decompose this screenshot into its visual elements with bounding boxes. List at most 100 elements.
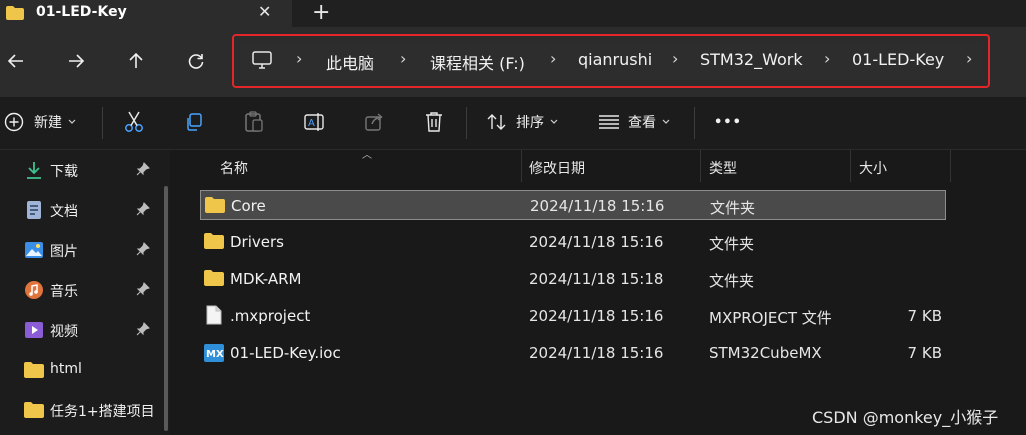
forward-button[interactable] bbox=[64, 49, 88, 73]
file-type: STM32CubeMX bbox=[709, 344, 822, 362]
breadcrumb-separator[interactable]: › bbox=[966, 49, 972, 68]
tab-bar: 01-LED-Key ✕ + bbox=[0, 0, 1026, 27]
file-type: 文件夹 bbox=[710, 199, 756, 217]
breadcrumb-separator[interactable]: › bbox=[824, 49, 830, 68]
sidebar-item-documents[interactable]: 文档 bbox=[24, 196, 164, 224]
sidebar-item-music[interactable]: 音乐 bbox=[24, 276, 164, 304]
breadcrumb-separator[interactable]: › bbox=[672, 49, 678, 68]
pin-icon bbox=[136, 282, 150, 300]
sort-icon bbox=[487, 114, 506, 130]
column-header-type[interactable]: 类型 bbox=[709, 158, 737, 178]
arrow-up-icon bbox=[129, 52, 143, 68]
column-divider[interactable] bbox=[850, 150, 851, 182]
watermark: CSDN @monkey_小猴子 bbox=[812, 408, 999, 427]
file-icon bbox=[206, 305, 222, 329]
file-type: 文件夹 bbox=[709, 235, 755, 253]
breadcrumb-item-01-led-key[interactable]: 01-LED-Key bbox=[852, 50, 944, 69]
paste-button[interactable] bbox=[244, 109, 264, 135]
file-size: 7 KB bbox=[907, 307, 942, 325]
breadcrumb-item-drive[interactable]: 课程相关 (F:) bbox=[430, 50, 525, 74]
file-size: 7 KB bbox=[907, 344, 942, 362]
picture-icon bbox=[24, 240, 44, 260]
pin-icon bbox=[136, 202, 150, 220]
breadcrumb-separator[interactable]: › bbox=[296, 49, 302, 68]
pin-icon bbox=[136, 242, 150, 260]
sidebar-scrollbar[interactable] bbox=[164, 186, 168, 431]
view-list-icon bbox=[599, 115, 619, 129]
share-icon bbox=[365, 113, 383, 131]
arrow-right-icon bbox=[69, 54, 85, 68]
folder-icon bbox=[205, 197, 225, 217]
list-item-core[interactable]: Core 2024/11/18 15:16 文件夹 bbox=[200, 190, 946, 220]
view-button[interactable]: 查看 bbox=[598, 109, 670, 135]
file-list: ︿ 名称 修改日期 类型 大小 Core 2024/11/18 15:16 文件… bbox=[178, 150, 1026, 435]
scissors-icon bbox=[125, 111, 143, 132]
list-item-mdk-arm[interactable]: MDK-ARM 2024/11/18 15:18 文件夹 bbox=[200, 264, 946, 294]
column-header-size[interactable]: 大小 bbox=[859, 158, 887, 178]
folder-icon bbox=[204, 270, 224, 290]
file-type: MXPROJECT 文件 bbox=[709, 309, 832, 327]
folder-icon bbox=[204, 233, 224, 253]
new-button[interactable]: 新建 bbox=[4, 109, 76, 135]
list-item-mxproject[interactable]: .mxproject 2024/11/18 15:16 MXPROJECT 文件… bbox=[200, 301, 946, 331]
up-button[interactable] bbox=[124, 49, 148, 73]
mx-file-icon: MX bbox=[204, 344, 224, 366]
chevron-down-icon bbox=[550, 119, 558, 124]
column-header-date[interactable]: 修改日期 bbox=[529, 158, 585, 178]
back-button[interactable] bbox=[4, 49, 28, 73]
download-icon bbox=[24, 160, 44, 180]
delete-button[interactable] bbox=[424, 109, 444, 135]
video-icon bbox=[24, 320, 44, 340]
chevron-down-icon bbox=[68, 119, 76, 124]
list-item-drivers[interactable]: Drivers 2024/11/18 15:16 文件夹 bbox=[200, 227, 946, 257]
sidebar-item-downloads[interactable]: 下载 bbox=[24, 156, 164, 184]
copy-button[interactable] bbox=[184, 109, 204, 135]
refresh-icon bbox=[188, 54, 204, 69]
tab-close-button[interactable]: ✕ bbox=[258, 2, 271, 21]
toolbar-divider bbox=[466, 107, 467, 139]
list-item-ioc[interactable]: MX 01-LED-Key.ioc 2024/11/18 15:16 STM32… bbox=[200, 338, 946, 368]
breadcrumb-separator[interactable]: › bbox=[400, 49, 406, 68]
breadcrumb-item-qianrushi[interactable]: qianrushi bbox=[578, 50, 652, 69]
sort-button-label: 排序 bbox=[516, 115, 544, 131]
chevron-down-icon bbox=[662, 119, 670, 124]
sidebar-item-pictures[interactable]: 图片 bbox=[24, 236, 164, 264]
sort-ascending-icon: ︿ bbox=[362, 150, 372, 161]
tab-01-led-key[interactable]: 01-LED-Key ✕ bbox=[0, 0, 292, 27]
sort-button[interactable]: 排序 bbox=[486, 109, 558, 135]
file-name: MDK-ARM bbox=[230, 270, 302, 288]
sidebar-item-task1[interactable]: 任务1+搭建项目 bbox=[24, 396, 164, 424]
file-name: 01-LED-Key.ioc bbox=[230, 344, 341, 362]
command-bar: 新建 A 排序 查看 ••• bbox=[0, 97, 1026, 150]
pin-icon bbox=[136, 322, 150, 340]
file-name: .mxproject bbox=[230, 307, 311, 325]
computer-icon[interactable] bbox=[252, 51, 272, 73]
copy-icon bbox=[187, 113, 202, 131]
sidebar-item-videos[interactable]: 视频 bbox=[24, 316, 164, 344]
column-divider[interactable] bbox=[950, 150, 951, 182]
column-divider[interactable] bbox=[521, 150, 522, 182]
file-name: Core bbox=[231, 197, 266, 215]
breadcrumb-item-this-pc[interactable]: 此电脑 bbox=[326, 50, 374, 74]
rename-button[interactable]: A bbox=[304, 109, 326, 135]
new-tab-button[interactable]: + bbox=[312, 0, 330, 25]
refresh-button[interactable] bbox=[184, 49, 208, 73]
more-options-button[interactable]: ••• bbox=[714, 109, 742, 135]
file-name: Drivers bbox=[230, 233, 284, 251]
share-button[interactable] bbox=[364, 109, 384, 135]
breadcrumb-separator[interactable]: › bbox=[550, 49, 556, 68]
clipboard-icon bbox=[245, 111, 263, 132]
column-header-name[interactable]: 名称 bbox=[220, 158, 248, 178]
sidebar-item-html[interactable]: html bbox=[24, 356, 164, 384]
trash-icon bbox=[426, 112, 442, 132]
music-icon bbox=[24, 280, 44, 300]
folder-icon bbox=[24, 360, 44, 380]
file-date: 2024/11/18 15:16 bbox=[529, 307, 664, 325]
file-type: 文件夹 bbox=[709, 272, 755, 290]
column-divider[interactable] bbox=[700, 150, 701, 182]
cut-button[interactable] bbox=[124, 109, 144, 135]
file-date: 2024/11/18 15:16 bbox=[529, 233, 664, 251]
file-date: 2024/11/18 15:16 bbox=[530, 197, 665, 215]
address-bar[interactable]: › 此电脑 › 课程相关 (F:) › qianrushi › STM32_Wo… bbox=[240, 42, 982, 80]
breadcrumb-item-stm32-work[interactable]: STM32_Work bbox=[700, 50, 803, 69]
